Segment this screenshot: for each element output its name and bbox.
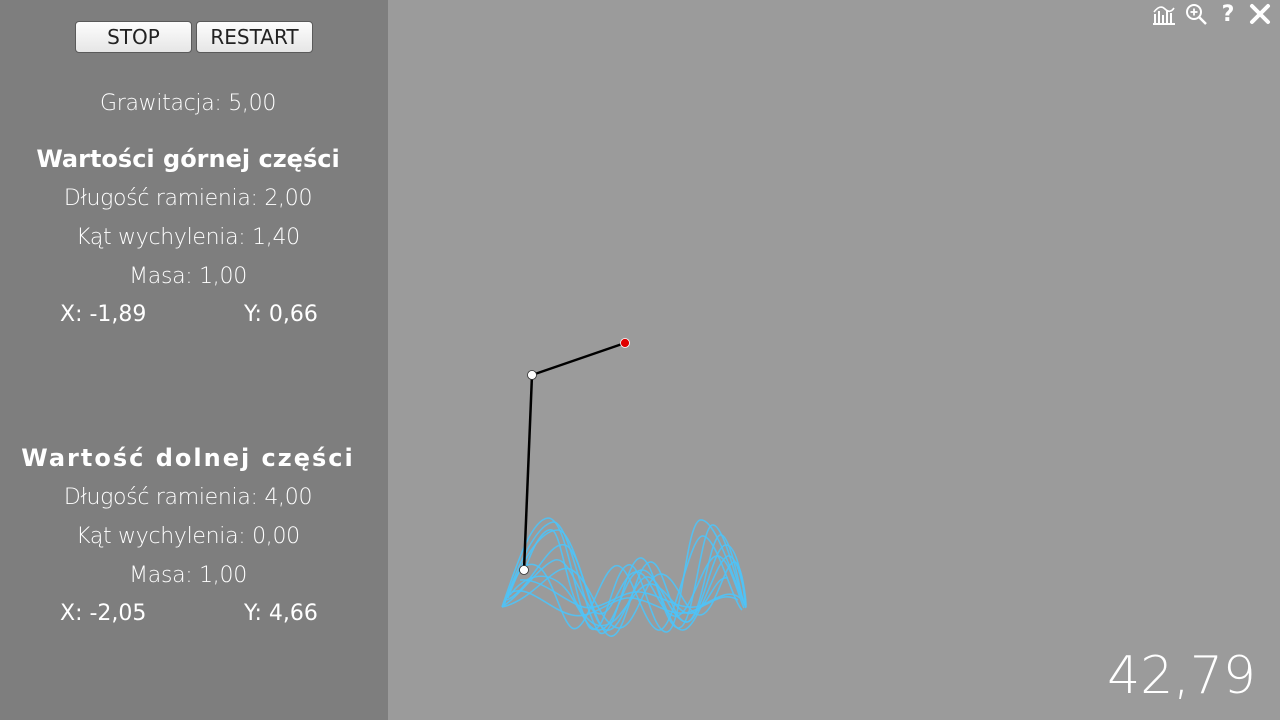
upper-bob xyxy=(527,370,537,380)
lower-bob xyxy=(519,565,529,575)
upper-arm xyxy=(531,341,626,377)
timer-display: 42,79 xyxy=(1107,646,1256,706)
pivot-point xyxy=(620,338,630,348)
pendulum-canvas xyxy=(501,338,747,637)
trace-path xyxy=(501,517,747,637)
